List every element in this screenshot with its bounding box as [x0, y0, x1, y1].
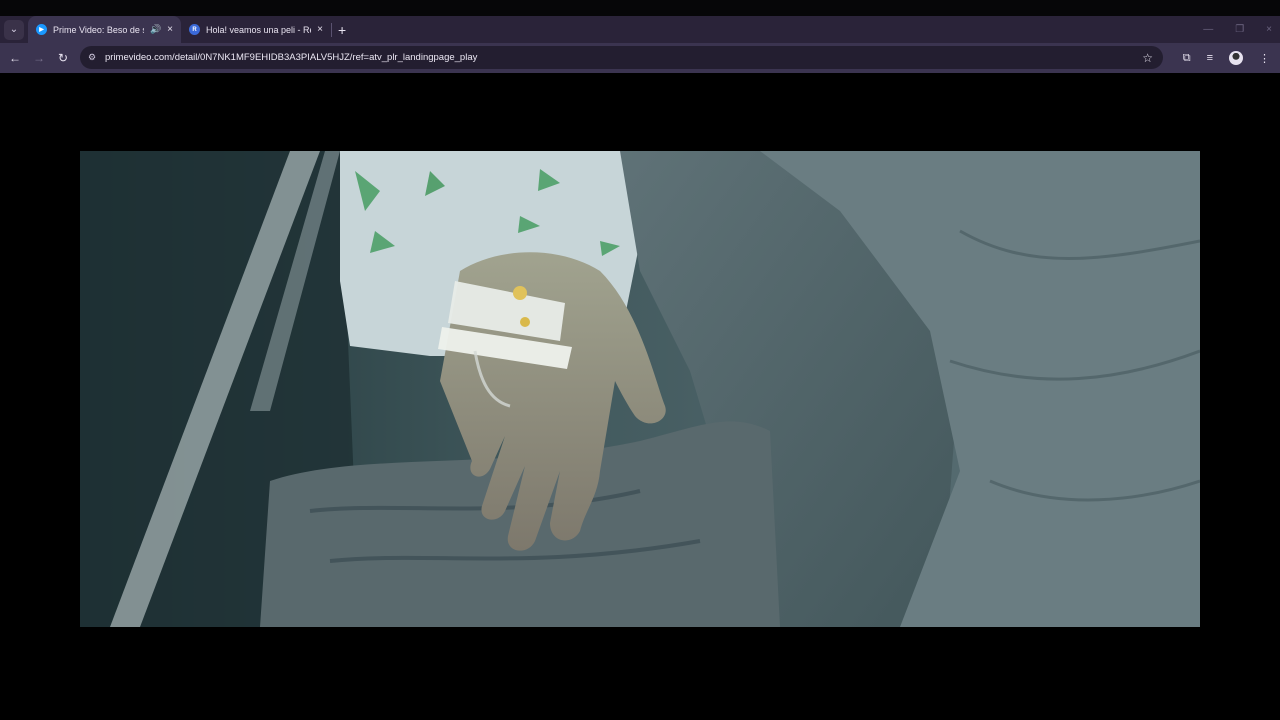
tab-separator	[331, 22, 332, 37]
url-text: primevideo.com/detail/0N7NK1MF9EHIDB3A3P…	[105, 52, 478, 63]
chevron-down-icon: ⌄	[9, 24, 19, 35]
restore-icon[interactable]: ❐	[1235, 24, 1244, 35]
back-button[interactable]: ←	[3, 51, 27, 65]
video-frame[interactable]	[80, 151, 1200, 627]
close-tab-icon[interactable]: ×	[167, 24, 173, 35]
site-info-icon[interactable]: ⚙	[88, 52, 102, 63]
new-tab-button[interactable]: +	[338, 22, 346, 38]
video-player[interactable]	[0, 73, 1280, 720]
toolbar-actions: ⧉ ≡ ⋮	[1183, 43, 1270, 73]
address-bar[interactable]: ⚙ primevideo.com/detail/0N7NK1MF9EHIDB3A…	[80, 46, 1163, 69]
forward-arrow-icon: →	[33, 51, 45, 65]
close-window-icon[interactable]: ×	[1266, 24, 1272, 35]
tab-title: Prime Video: Beso de sirena	[53, 24, 144, 35]
minimize-icon[interactable]: —	[1203, 24, 1213, 35]
tab-chat[interactable]: R Hola! veamos una peli - Re ×	[181, 16, 331, 43]
reload-button[interactable]: ↻	[51, 51, 75, 65]
browser-toolbar: ← → ↻ ⚙ primevideo.com/detail/0N7NK1MF9E…	[0, 43, 1280, 73]
r-letter-icon: R	[189, 24, 200, 35]
tab-title: Hola! veamos una peli - Re	[206, 24, 312, 35]
reload-icon: ↻	[57, 51, 69, 65]
media-control-icon[interactable]: ≡	[1207, 52, 1213, 64]
star-icon[interactable]: ☆	[1142, 51, 1153, 65]
kebab-menu-icon[interactable]: ⋮	[1259, 52, 1270, 65]
back-arrow-icon: ←	[9, 51, 21, 65]
tab-prime-video[interactable]: ▶ Prime Video: Beso de sirena 🔊 ×	[28, 16, 181, 43]
window-top-strip	[0, 0, 1280, 16]
tab-search-button[interactable]: ⌄	[4, 19, 24, 40]
avatar-icon[interactable]	[1229, 51, 1243, 65]
tab-bar: ⌄ ▶ Prime Video: Beso de sirena 🔊 × R Ho…	[0, 16, 1280, 43]
forward-button[interactable]: →	[27, 51, 51, 65]
audio-icon[interactable]: 🔊	[150, 24, 161, 35]
prime-video-icon: ▶	[36, 24, 47, 35]
video-scene	[80, 151, 1200, 627]
close-tab-icon[interactable]: ×	[317, 24, 323, 35]
window-controls: — ❐ ×	[1203, 16, 1272, 43]
puzzle-icon[interactable]: ⧉	[1183, 52, 1191, 65]
